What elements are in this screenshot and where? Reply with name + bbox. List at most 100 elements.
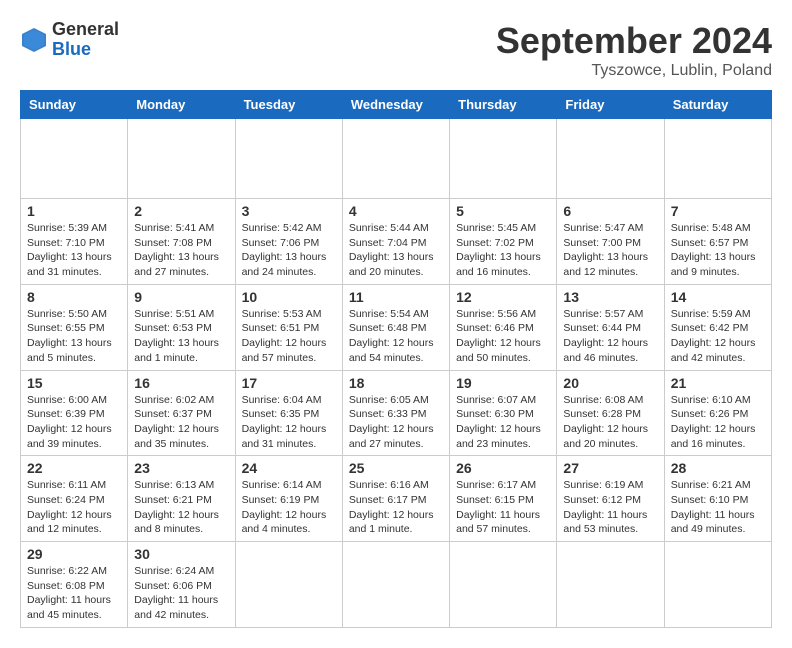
day-number: 28 <box>671 460 765 476</box>
day-number: 23 <box>134 460 228 476</box>
calendar-week-0 <box>21 119 772 199</box>
day-header-saturday: Saturday <box>664 91 771 119</box>
day-number: 9 <box>134 289 228 305</box>
calendar-cell: 7Sunrise: 5:48 AM Sunset: 6:57 PM Daylig… <box>664 199 771 285</box>
day-detail: Sunrise: 5:51 AM Sunset: 6:53 PM Dayligh… <box>134 307 228 366</box>
day-number: 22 <box>27 460 121 476</box>
title-block: September 2024 Tyszowce, Lublin, Poland <box>496 20 772 80</box>
calendar-week-4: 22 Sunrise: 6:11 AM Sunset: 6:24 PM Dayli… <box>21 456 772 542</box>
day-detail: Sunrise: 6:17 AM Sunset: 6:15 PM Dayligh… <box>456 478 550 537</box>
day-number: 12 <box>456 289 550 305</box>
day-number: 6 <box>563 203 657 219</box>
calendar-week-3: 15Sunrise: 6:00 AM Sunset: 6:39 PM Dayli… <box>21 370 772 456</box>
calendar-cell: 11Sunrise: 5:54 AM Sunset: 6:48 PM Dayli… <box>342 284 449 370</box>
day-number: 29 <box>27 546 121 562</box>
day-detail: Sunrise: 6:08 AM Sunset: 6:28 PM Dayligh… <box>563 393 657 452</box>
calendar-cell: 22 Sunrise: 6:11 AM Sunset: 6:24 PM Dayli… <box>21 456 128 542</box>
calendar-cell <box>342 542 449 628</box>
calendar-cell: 19 Sunrise: 6:07 AM Sunset: 6:30 PM Dayli… <box>450 370 557 456</box>
calendar-cell: 17 Sunrise: 6:04 AM Sunset: 6:35 PM Dayli… <box>235 370 342 456</box>
calendar-cell: 4 Sunrise: 5:44 AM Sunset: 7:04 PM Daylig… <box>342 199 449 285</box>
day-detail: Sunrise: 5:44 AM Sunset: 7:04 PM Dayligh… <box>349 221 443 280</box>
day-number: 19 <box>456 375 550 391</box>
calendar-cell: 18 Sunrise: 6:05 AM Sunset: 6:33 PM Dayli… <box>342 370 449 456</box>
calendar-cell: 27 Sunrise: 6:19 AM Sunset: 6:12 PM Dayli… <box>557 456 664 542</box>
day-detail: Sunrise: 6:10 AM Sunset: 6:26 PM Dayligh… <box>671 393 765 452</box>
calendar-cell: 23 Sunrise: 6:13 AM Sunset: 6:21 PM Dayli… <box>128 456 235 542</box>
day-detail: Sunrise: 6:05 AM Sunset: 6:33 PM Dayligh… <box>349 393 443 452</box>
calendar-cell: 30Sunrise: 6:24 AM Sunset: 6:06 PM Dayli… <box>128 542 235 628</box>
day-detail: Sunrise: 5:45 AM Sunset: 7:02 PM Dayligh… <box>456 221 550 280</box>
day-number: 13 <box>563 289 657 305</box>
day-header-sunday: Sunday <box>21 91 128 119</box>
calendar-cell: 13 Sunrise: 5:57 AM Sunset: 6:44 PM Dayli… <box>557 284 664 370</box>
calendar-cell <box>664 542 771 628</box>
logo-line2: Blue <box>52 40 119 60</box>
calendar-cell: 5 Sunrise: 5:45 AM Sunset: 7:02 PM Daylig… <box>450 199 557 285</box>
day-detail: Sunrise: 6:11 AM Sunset: 6:24 PM Dayligh… <box>27 478 121 537</box>
day-detail: Sunrise: 5:53 AM Sunset: 6:51 PM Dayligh… <box>242 307 336 366</box>
day-number: 10 <box>242 289 336 305</box>
calendar-cell: 1Sunrise: 5:39 AM Sunset: 7:10 PM Daylig… <box>21 199 128 285</box>
calendar-week-5: 29 Sunrise: 6:22 AM Sunset: 6:08 PM Dayli… <box>21 542 772 628</box>
day-number: 7 <box>671 203 765 219</box>
day-number: 20 <box>563 375 657 391</box>
day-number: 5 <box>456 203 550 219</box>
calendar-cell <box>342 119 449 199</box>
calendar-cell <box>21 119 128 199</box>
logo-line1: General <box>52 20 119 40</box>
day-detail: Sunrise: 6:22 AM Sunset: 6:08 PM Dayligh… <box>27 564 121 623</box>
calendar-cell <box>235 542 342 628</box>
day-number: 24 <box>242 460 336 476</box>
logo-icon <box>20 26 48 54</box>
calendar-cell: 10 Sunrise: 5:53 AM Sunset: 6:51 PM Dayli… <box>235 284 342 370</box>
day-detail: Sunrise: 5:57 AM Sunset: 6:44 PM Dayligh… <box>563 307 657 366</box>
day-header-tuesday: Tuesday <box>235 91 342 119</box>
day-number: 1 <box>27 203 121 219</box>
day-detail: Sunrise: 6:04 AM Sunset: 6:35 PM Dayligh… <box>242 393 336 452</box>
logo: General Blue <box>20 20 119 60</box>
day-number: 4 <box>349 203 443 219</box>
calendar-cell: 8Sunrise: 5:50 AM Sunset: 6:55 PM Daylig… <box>21 284 128 370</box>
calendar-cell: 24 Sunrise: 6:14 AM Sunset: 6:19 PM Dayli… <box>235 456 342 542</box>
day-number: 8 <box>27 289 121 305</box>
day-detail: Sunrise: 6:14 AM Sunset: 6:19 PM Dayligh… <box>242 478 336 537</box>
day-number: 2 <box>134 203 228 219</box>
day-number: 14 <box>671 289 765 305</box>
calendar-cell <box>557 542 664 628</box>
day-number: 16 <box>134 375 228 391</box>
calendar: SundayMondayTuesdayWednesdayThursdayFrid… <box>20 90 772 628</box>
day-number: 3 <box>242 203 336 219</box>
calendar-cell: 9 Sunrise: 5:51 AM Sunset: 6:53 PM Daylig… <box>128 284 235 370</box>
calendar-cell: 21Sunrise: 6:10 AM Sunset: 6:26 PM Dayli… <box>664 370 771 456</box>
day-header-wednesday: Wednesday <box>342 91 449 119</box>
day-number: 17 <box>242 375 336 391</box>
calendar-cell <box>450 542 557 628</box>
calendar-cell <box>664 119 771 199</box>
calendar-cell: 16Sunrise: 6:02 AM Sunset: 6:37 PM Dayli… <box>128 370 235 456</box>
day-detail: Sunrise: 5:42 AM Sunset: 7:06 PM Dayligh… <box>242 221 336 280</box>
calendar-cell: 14 Sunrise: 5:59 AM Sunset: 6:42 PM Dayli… <box>664 284 771 370</box>
calendar-cell: 3 Sunrise: 5:42 AM Sunset: 7:06 PM Daylig… <box>235 199 342 285</box>
calendar-cell: 25Sunrise: 6:16 AM Sunset: 6:17 PM Dayli… <box>342 456 449 542</box>
calendar-cell: 28 Sunrise: 6:21 AM Sunset: 6:10 PM Dayli… <box>664 456 771 542</box>
day-detail: Sunrise: 6:19 AM Sunset: 6:12 PM Dayligh… <box>563 478 657 537</box>
day-detail: Sunrise: 6:07 AM Sunset: 6:30 PM Dayligh… <box>456 393 550 452</box>
calendar-cell: 6Sunrise: 5:47 AM Sunset: 7:00 PM Daylig… <box>557 199 664 285</box>
day-number: 27 <box>563 460 657 476</box>
calendar-cell: 29 Sunrise: 6:22 AM Sunset: 6:08 PM Dayli… <box>21 542 128 628</box>
day-detail: Sunrise: 5:59 AM Sunset: 6:42 PM Dayligh… <box>671 307 765 366</box>
day-detail: Sunrise: 6:24 AM Sunset: 6:06 PM Dayligh… <box>134 564 228 623</box>
day-detail: Sunrise: 6:13 AM Sunset: 6:21 PM Dayligh… <box>134 478 228 537</box>
day-number: 25 <box>349 460 443 476</box>
day-header-monday: Monday <box>128 91 235 119</box>
calendar-cell: 12Sunrise: 5:56 AM Sunset: 6:46 PM Dayli… <box>450 284 557 370</box>
day-detail: Sunrise: 6:21 AM Sunset: 6:10 PM Dayligh… <box>671 478 765 537</box>
calendar-cell: 15Sunrise: 6:00 AM Sunset: 6:39 PM Dayli… <box>21 370 128 456</box>
calendar-cell <box>235 119 342 199</box>
day-number: 18 <box>349 375 443 391</box>
day-detail: Sunrise: 6:00 AM Sunset: 6:39 PM Dayligh… <box>27 393 121 452</box>
day-header-friday: Friday <box>557 91 664 119</box>
calendar-cell <box>128 119 235 199</box>
day-header-thursday: Thursday <box>450 91 557 119</box>
